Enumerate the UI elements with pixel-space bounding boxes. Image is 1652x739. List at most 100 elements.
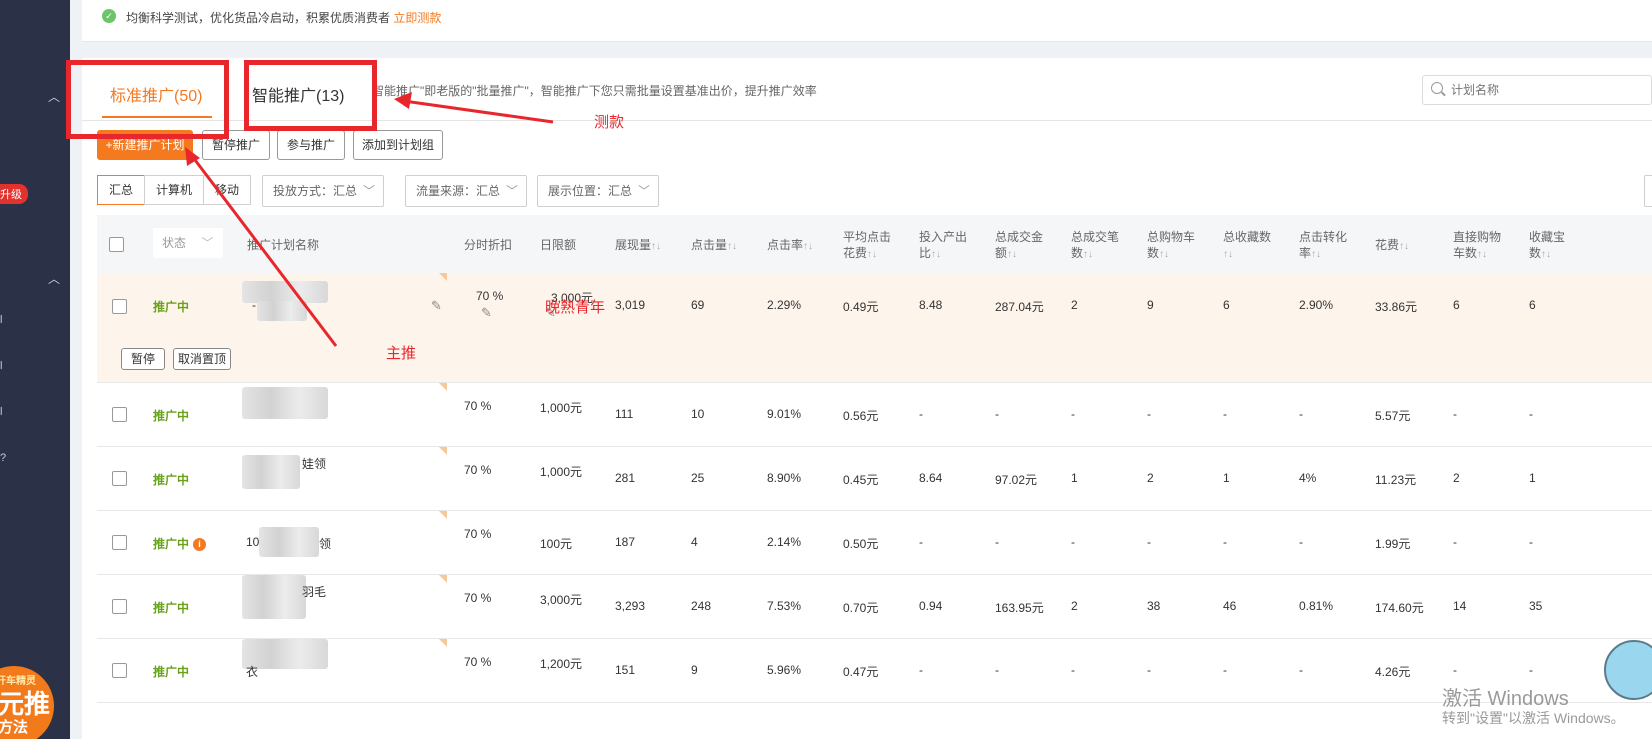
header-cart[interactable]: 总购物车 数↑↓ <box>1147 229 1195 263</box>
segment-computer[interactable]: 计算机 <box>144 175 204 205</box>
status-label: 推广中 <box>153 409 190 423</box>
table-row[interactable]: 推广中 i 10 领 70 % 100元 187 4 2.14% 0.50元 - … <box>97 511 1652 575</box>
column-settings-button[interactable] <box>1644 175 1652 207</box>
clicks-value: 248 <box>691 599 712 613</box>
table-row[interactable]: 推广中 70 % 1,000元 111 10 9.01% 0.56元 - - -… <box>97 383 1652 447</box>
plan-name[interactable]: 衣 <box>246 663 258 680</box>
search-input[interactable] <box>1451 81 1641 99</box>
header-ctr[interactable]: 点击率↑↓ <box>767 237 813 255</box>
impressions-value: 281 <box>615 471 636 485</box>
promo-badge[interactable]: 开车精灵 元推 方法 <box>0 666 54 739</box>
select-all-checkbox[interactable] <box>109 237 124 252</box>
activation-watermark-subtitle: 转到"设置"以激活 Windows。 <box>1442 710 1625 726</box>
cvr-value: 2.90% <box>1299 298 1334 312</box>
row-checkbox[interactable] <box>112 299 127 314</box>
row-pause-button[interactable]: 暂停 <box>121 348 165 370</box>
edit-discount-icon[interactable]: ✎ <box>481 305 492 321</box>
test-now-link[interactable]: 立即测款 <box>393 11 441 25</box>
notice-bar: ✓ 均衡科学测试，优化货品冷启动，积累优质消费者 立即测款 <box>82 0 1652 42</box>
help-icon[interactable]: ? <box>0 452 6 464</box>
sort-icon: ↑↓ <box>1083 249 1094 260</box>
cost-value: 33.86元 <box>1375 300 1418 314</box>
annotation-test-label: 测款 <box>594 114 625 131</box>
corner-marker <box>439 273 447 281</box>
table-row[interactable]: 推广中 羽毛 70 % 3,000元 3,293 248 7.53% 0.70元… <box>97 575 1652 639</box>
segment-mobile[interactable]: 移动 <box>203 175 251 205</box>
roi-value: 0.94 <box>919 599 943 613</box>
status-text: 推广中 <box>153 537 190 551</box>
header-label: 车数 <box>1453 246 1478 260</box>
cart-value: - <box>1147 535 1151 549</box>
table-row[interactable]: 推广中 - ✎ 70 % ✎ 3,000元 ✎ 3,019 69 2.29% 0… <box>97 273 1652 337</box>
chevron-up-icon[interactable]: ︿ <box>48 270 60 287</box>
header-cost[interactable]: 花费↑↓ <box>1375 237 1409 255</box>
direct-cart-value: 6 <box>1453 298 1460 312</box>
clicks-value: 4 <box>691 535 698 549</box>
header-favorites[interactable]: 总收藏数 ↑↓ <box>1223 229 1271 263</box>
sidebar-item-marker[interactable]: l <box>0 314 2 326</box>
plan-name[interactable]: 10 <box>246 535 259 549</box>
add-to-group-button[interactable]: 添加到计划组 <box>353 130 443 160</box>
plan-name[interactable]: 羽毛 <box>302 583 326 600</box>
header-label: 花费 <box>843 246 868 260</box>
cart-value: - <box>1147 663 1151 677</box>
row-checkbox[interactable] <box>112 407 127 422</box>
status-label: 推广中 <box>153 300 190 314</box>
header-direct-cart[interactable]: 直接购物车数↑↓ <box>1453 229 1501 263</box>
header-impressions[interactable]: 展现量↑↓ <box>615 237 661 255</box>
segment-summary[interactable]: 汇总 <box>97 175 145 205</box>
traffic-dropdown[interactable]: 流量来源：汇总 ﹀ <box>405 175 527 207</box>
cost-value: 11.23元 <box>1375 473 1417 487</box>
plan-name[interactable]: 娃领 <box>302 455 326 472</box>
header-label: 额 <box>995 246 1008 260</box>
header-fav-item[interactable]: 收藏宝 数↑↓ <box>1529 229 1565 263</box>
row-checkbox[interactable] <box>112 471 127 486</box>
header-gmv[interactable]: 总成交金 额↑↓ <box>995 229 1043 263</box>
sidebar-item-marker[interactable]: l <box>0 360 2 372</box>
cart-value: - <box>1147 407 1151 421</box>
delivery-dropdown[interactable]: 投放方式：汇总 ﹀ <box>262 175 384 207</box>
plan-name[interactable]: - <box>252 298 256 312</box>
header-label: 收藏宝 <box>1529 230 1566 244</box>
header-label: 比 <box>919 246 932 260</box>
row-checkbox[interactable] <box>112 663 127 678</box>
row-checkbox[interactable] <box>112 599 127 614</box>
header-label: 直接购物 <box>1453 230 1502 244</box>
unpin-button[interactable]: 取消置顶 <box>173 348 231 370</box>
direct-cart-value: - <box>1453 535 1457 549</box>
sort-icon: ↑↓ <box>1541 249 1552 260</box>
table-row[interactable]: 推广中 娃领 70 % 1,000元 281 25 8.90% 0.45元 8.… <box>97 447 1652 511</box>
status-filter[interactable]: 状态 ﹀ <box>153 228 223 258</box>
header-roi[interactable]: 投入产出 比↑↓ <box>919 229 967 263</box>
row-checkbox[interactable] <box>112 535 127 550</box>
header-label: 总成交金 <box>995 230 1044 244</box>
plan-search[interactable] <box>1422 75 1652 105</box>
sort-icon: ↑↓ <box>1159 249 1170 260</box>
fav-item-value: 1 <box>1529 471 1536 485</box>
orders-value: - <box>1071 535 1075 549</box>
blurred-product-image <box>257 301 307 321</box>
sidebar-item-marker[interactable]: l <box>0 406 2 418</box>
cpc-value: 0.50元 <box>843 537 879 551</box>
clicks-value: 25 <box>691 471 705 485</box>
header-avg-cpc[interactable]: 平均点击 花费↑↓ <box>843 229 891 263</box>
sort-icon: ↑↓ <box>1477 249 1488 260</box>
header-clicks[interactable]: 点击量↑↓ <box>691 237 737 255</box>
header-orders[interactable]: 总成交笔 数↑↓ <box>1071 229 1119 263</box>
sort-icon: ↑↓ <box>1399 241 1410 252</box>
sort-icon: ↑↓ <box>867 249 878 260</box>
budget-value: 1,000元 <box>540 401 583 415</box>
chevron-up-icon[interactable]: ︿ <box>48 88 60 105</box>
annotation-youth-label: 晚熟青年 <box>545 299 606 316</box>
join-promotion-button[interactable]: 参与推广 <box>277 130 345 160</box>
favorites-value: - <box>1223 407 1227 421</box>
plan-name-suffix: 领 <box>319 537 332 551</box>
edit-name-icon[interactable]: ✎ <box>431 298 442 314</box>
sort-icon: ↑↓ <box>651 241 662 252</box>
blurred-product-image <box>242 455 300 489</box>
table-row[interactable]: 推广中 衣 70 % 1,200元 151 9 5.96% 0.47元 - - … <box>97 639 1652 703</box>
placement-dropdown[interactable]: 展示位置：汇总 ﹀ <box>537 175 659 207</box>
cost-value: 1.99元 <box>1375 537 1411 551</box>
header-cvr[interactable]: 点击转化 率↑↓ <box>1299 229 1347 263</box>
info-icon[interactable]: i <box>193 538 207 552</box>
